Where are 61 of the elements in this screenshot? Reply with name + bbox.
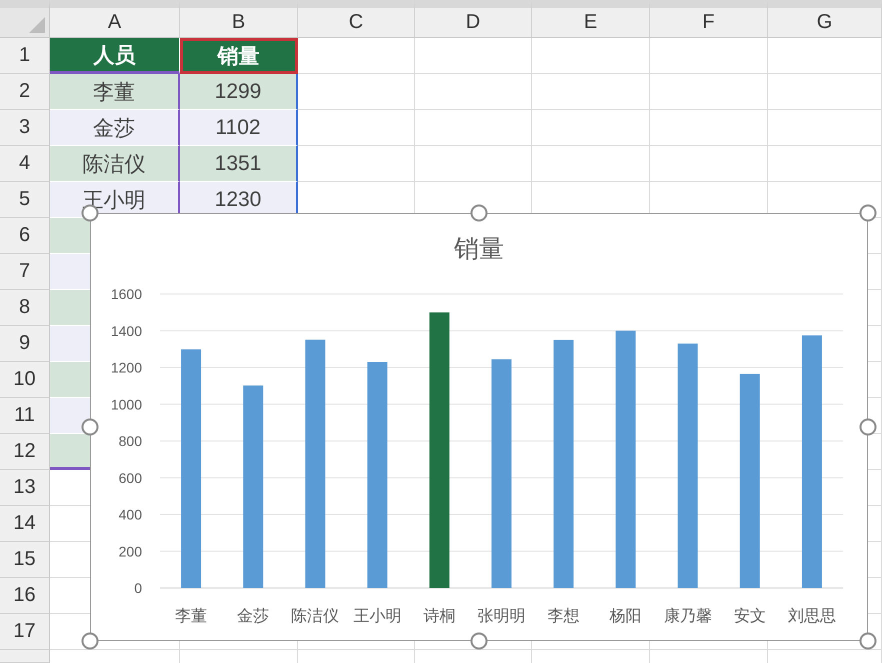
category-label: 刘思思 [788, 608, 836, 625]
resize-handle[interactable] [859, 418, 877, 436]
category-label: 张明明 [478, 608, 526, 625]
row-number[interactable]: 8 [0, 290, 50, 326]
column-header[interactable]: E [532, 0, 650, 38]
row-number[interactable]: 6 [0, 218, 50, 254]
axis-label: 1600 [110, 286, 142, 302]
row-number[interactable]: 12 [0, 434, 50, 470]
column-header[interactable]: D [415, 0, 532, 38]
axis-label: 800 [118, 433, 142, 449]
axis-label: 200 [118, 543, 142, 560]
category-label: 李想 [548, 608, 580, 625]
category-label: 诗桐 [423, 608, 456, 625]
chart-area[interactable]: 销量 0 200 400 600 800 1000 1200 1400 1600 李董 金莎 陈洁仪 王小明 诗桐 张明明 李想 杨阳 康乃馨 安文 刘思思 [90, 213, 868, 641]
chart-title: 销量 [454, 235, 504, 263]
table-cell: 1102 [180, 110, 298, 146]
category-label: 康乃馨 [664, 608, 712, 625]
row-number[interactable]: 4 [0, 146, 50, 182]
row-number[interactable]: 2 [0, 74, 50, 110]
row-number[interactable]: 17 [0, 614, 50, 650]
row-number[interactable]: 11 [0, 398, 50, 434]
column-header[interactable]: F [650, 0, 768, 38]
table-cell: 金莎 [50, 110, 180, 146]
category-label: 杨阳 [610, 608, 642, 625]
row-number[interactable]: 1 [0, 38, 50, 74]
resize-handle[interactable] [470, 632, 488, 650]
axis-label: 600 [118, 470, 142, 486]
resize-handle[interactable] [859, 204, 877, 222]
row-number[interactable]: 3 [0, 110, 50, 146]
category-label: 李董 [175, 608, 208, 625]
resize-handle[interactable] [470, 204, 488, 222]
axis-label: 1400 [110, 322, 142, 339]
table-cell: 1351 [180, 146, 298, 182]
row-number[interactable]: 10 [0, 362, 50, 398]
row-number[interactable]: 15 [0, 542, 50, 578]
axis-label: 0 [134, 580, 142, 596]
table-cell: 陈洁仪 [50, 146, 180, 182]
axis-label: 400 [118, 506, 142, 522]
row-number[interactable]: 5 [0, 182, 50, 218]
axis-label: 1200 [110, 360, 142, 376]
row-number[interactable]: 16 [0, 578, 50, 614]
header-cell: 人员 [50, 38, 180, 74]
row-number[interactable]: 14 [0, 506, 50, 542]
row-number[interactable]: 7 [0, 254, 50, 290]
column-header[interactable]: C [298, 0, 415, 38]
row-number[interactable]: 9 [0, 326, 50, 362]
header-cell: 销量 [180, 38, 298, 74]
category-label: 王小明 [353, 608, 402, 625]
category-label: 金莎 [237, 608, 270, 625]
axis-label: 1000 [110, 396, 142, 412]
resize-handle[interactable] [859, 632, 877, 650]
column-header[interactable]: G [768, 0, 882, 38]
category-label: 安文 [734, 608, 766, 625]
resize-handle[interactable] [81, 418, 99, 436]
table-cell: 李董 [50, 74, 180, 110]
category-label: 陈洁仪 [291, 608, 340, 625]
column-header[interactable]: B [180, 0, 298, 38]
column-header[interactable]: A [50, 0, 180, 38]
table-cell: 1299 [180, 74, 298, 110]
row-number[interactable]: 13 [0, 470, 50, 506]
resize-handle[interactable] [81, 632, 99, 650]
